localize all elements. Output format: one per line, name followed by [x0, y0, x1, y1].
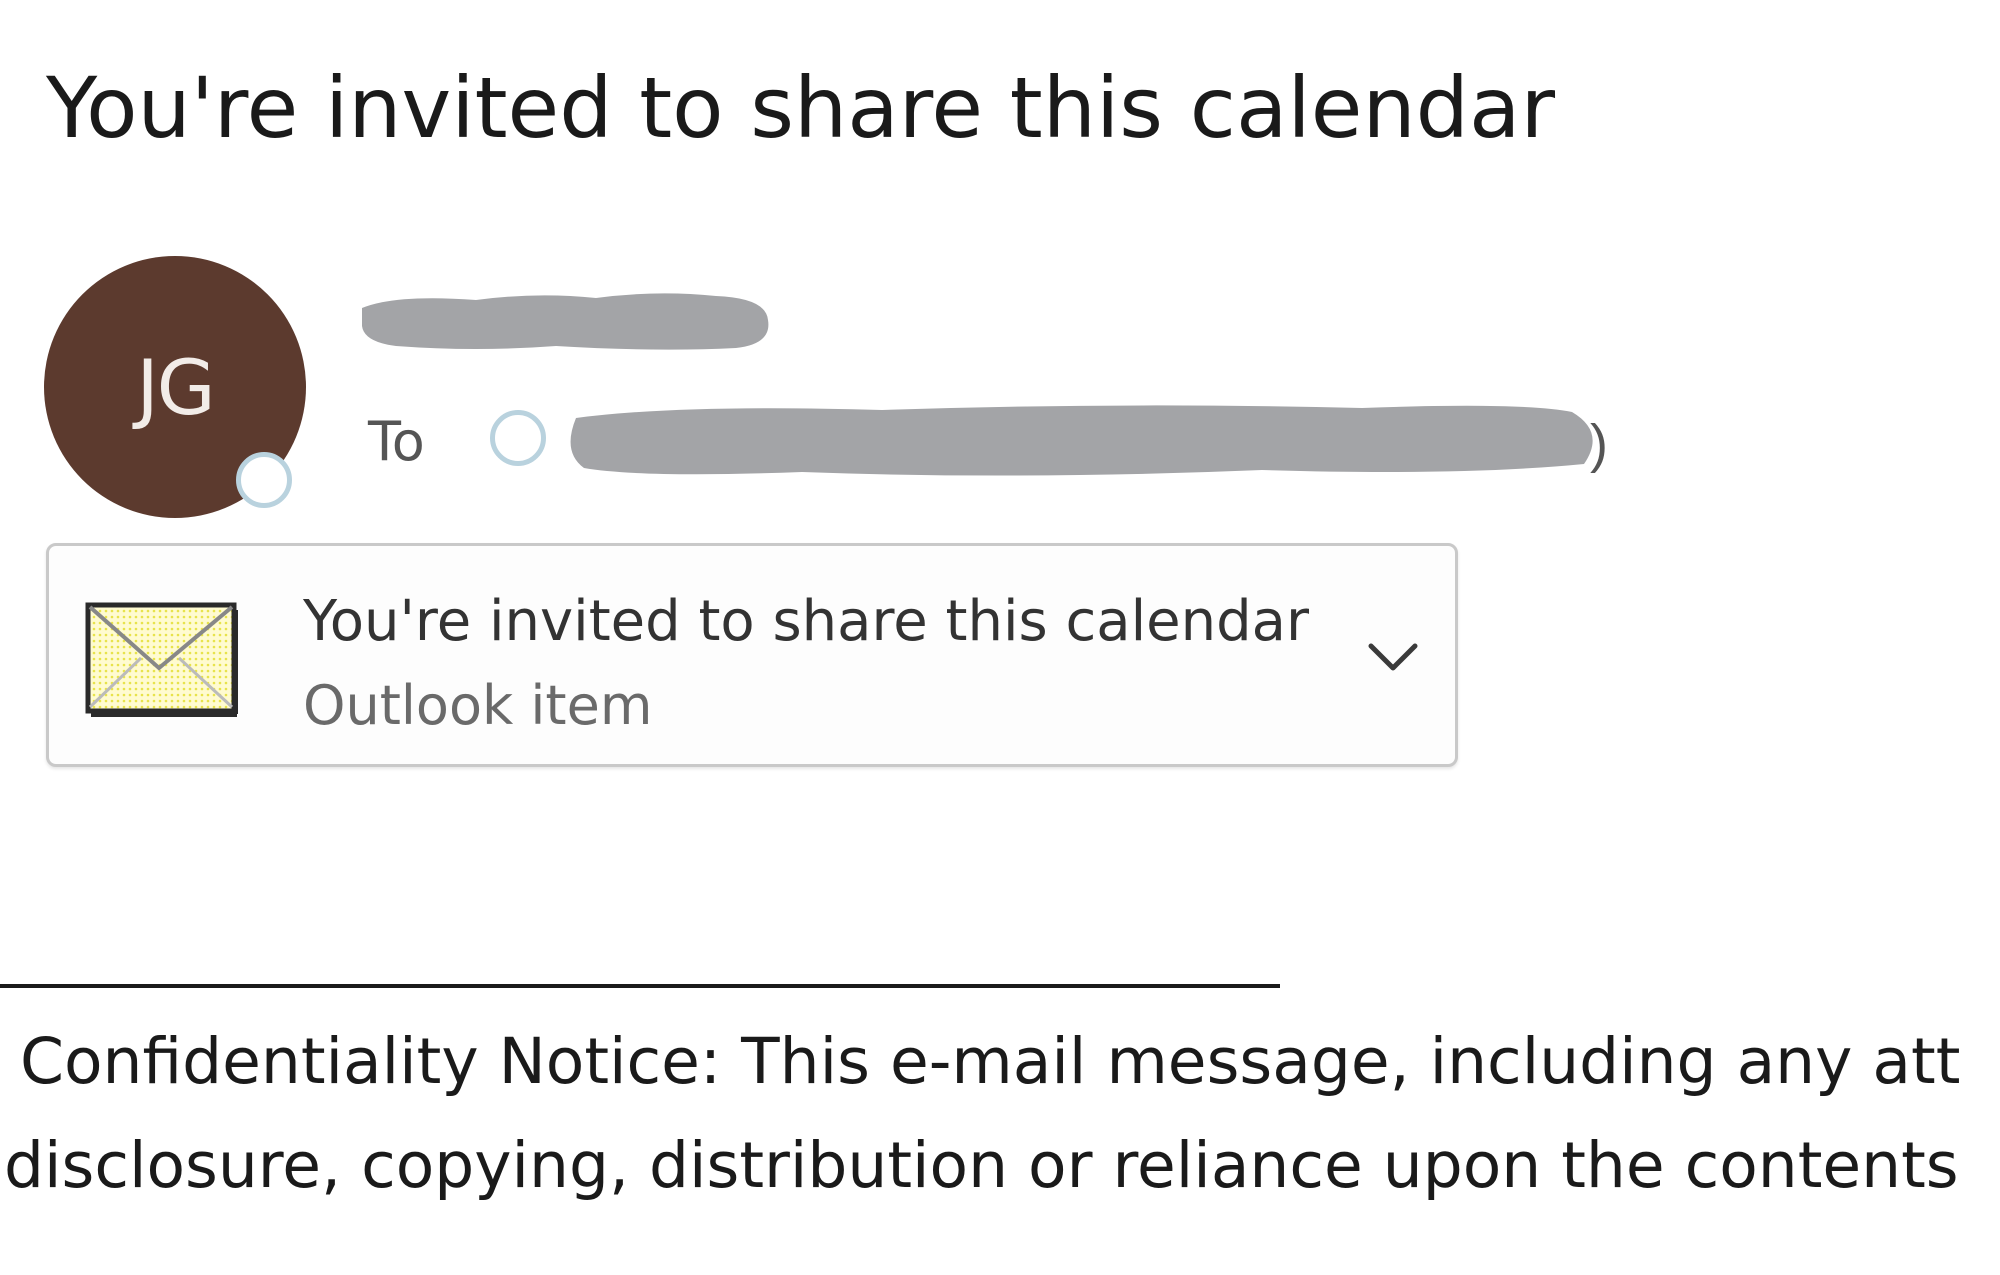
chevron-down-icon[interactable] [1361, 624, 1425, 688]
sender-name-redacted[interactable] [356, 286, 776, 358]
confidentiality-notice: Confidentiality Notice: This e-mail mess… [0, 1010, 2000, 1218]
notice-line-2: disclosure, copying, distribution or rel… [4, 1129, 1959, 1202]
message-subject: You're invited to share this calendar [46, 59, 1556, 157]
envelope-icon [85, 602, 241, 720]
presence-status-icon [236, 452, 292, 508]
to-label: To [368, 410, 425, 473]
notice-line-1: Confidentiality Notice: This e-mail mess… [20, 1025, 1961, 1098]
recipient-presence-icon [490, 410, 546, 466]
attachment-card[interactable]: You're invited to share this calendar Ou… [46, 543, 1458, 767]
recipient-redacted[interactable]: ) [562, 392, 1612, 484]
attachment-type: Outlook item [303, 674, 653, 737]
sender-initials: JG [136, 342, 215, 432]
signature-divider [0, 984, 1280, 988]
svg-text:): ) [1590, 414, 1608, 474]
attachment-title: You're invited to share this calendar [303, 589, 1310, 654]
